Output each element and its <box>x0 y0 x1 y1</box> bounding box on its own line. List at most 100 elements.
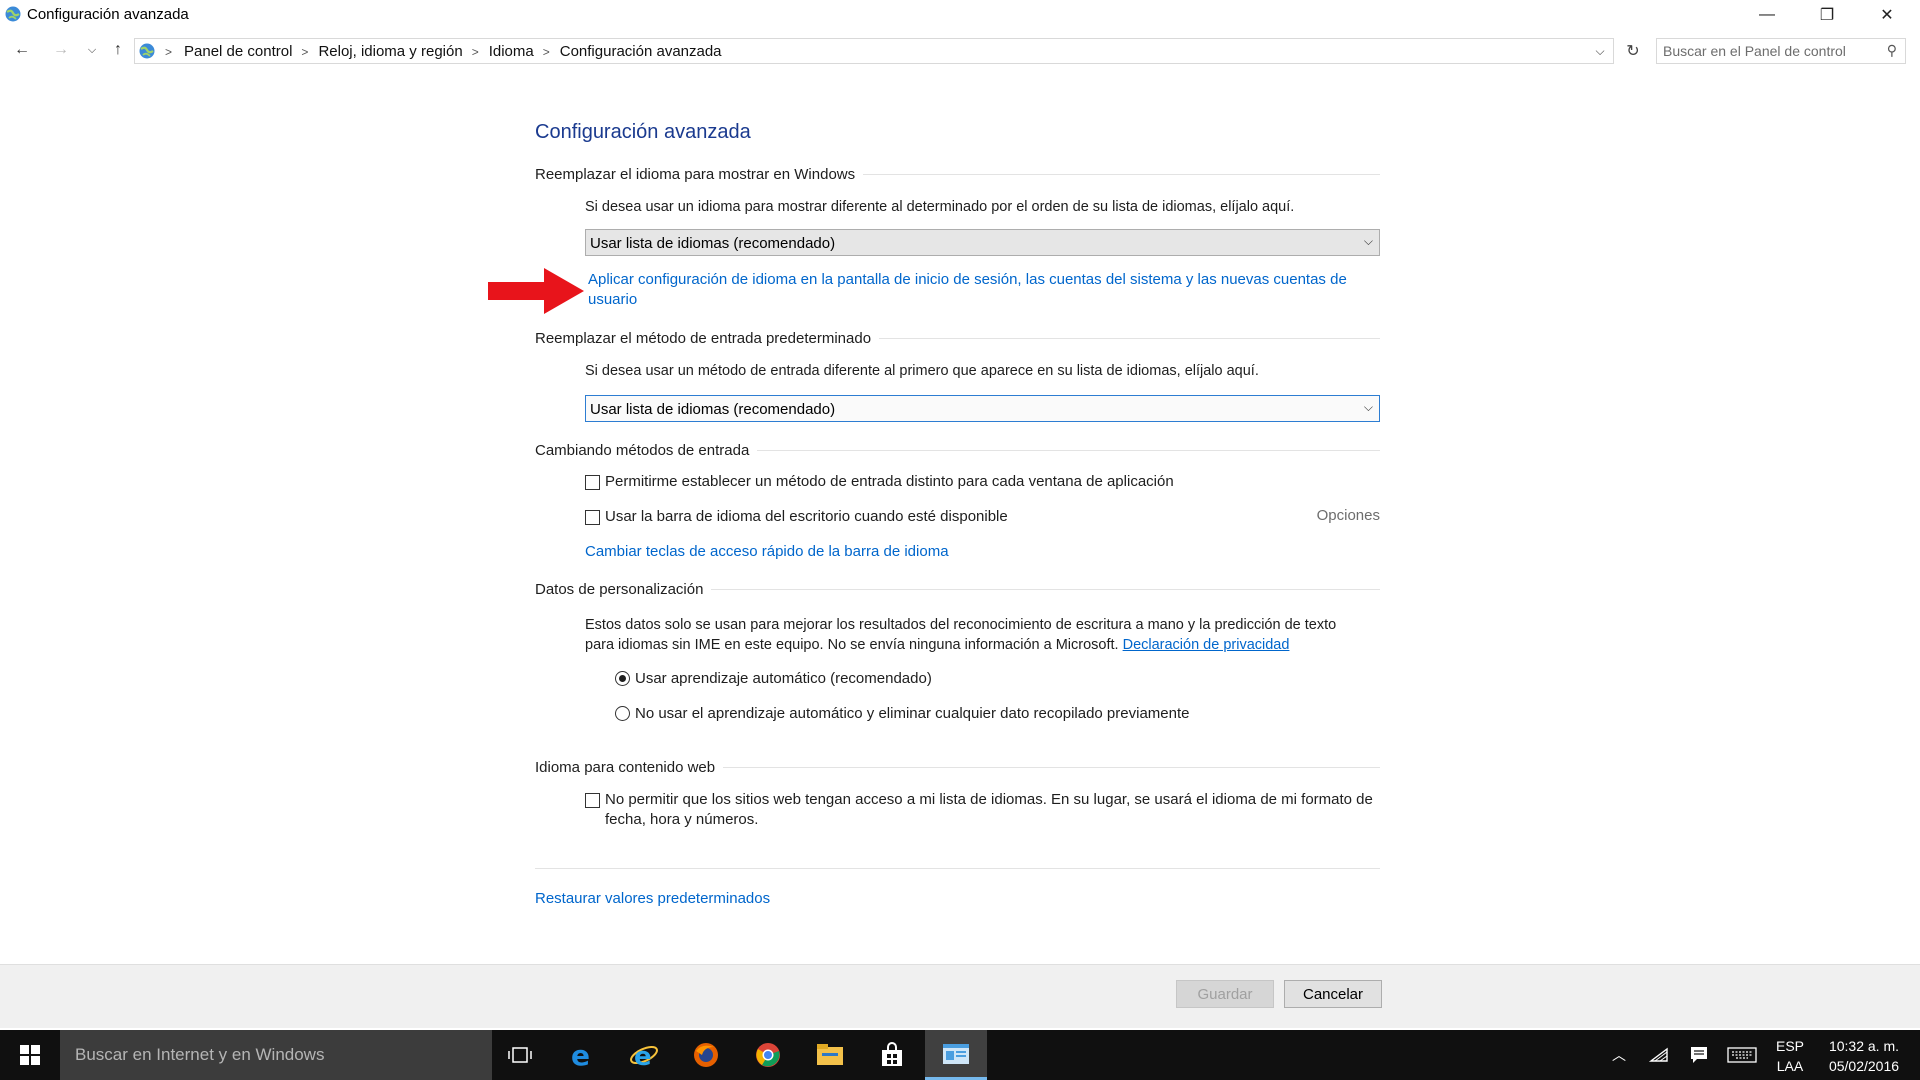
store-icon[interactable] <box>861 1030 923 1080</box>
breadcrumb: > Panel de control > Reloj, idioma y reg… <box>165 43 722 60</box>
up-arrow-icon[interactable]: ↑ <box>106 38 130 62</box>
checkbox-label[interactable]: No permitir que los sitios web tengan ac… <box>605 790 1375 830</box>
input-language-indicator[interactable]: ESP LAA <box>1772 1036 1808 1076</box>
display-language-dropdown[interactable]: Usar lista de idiomas (recomendado) ⌵ <box>585 229 1380 256</box>
personalization-data-section-heading: Datos de personalización <box>535 581 1380 598</box>
web-content-language-section-heading: Idioma para contenido web <box>535 759 1380 776</box>
control-panel-search[interactable]: ⚲ <box>1656 38 1906 64</box>
section-heading-text: Idioma para contenido web <box>535 759 716 776</box>
display-language-description: Si desea usar un idioma para mostrar dif… <box>585 199 1295 215</box>
clock-time[interactable]: 10:32 a. m. <box>1829 1038 1899 1054</box>
recent-locations-chevron-icon[interactable]: ⌵ <box>80 38 104 62</box>
windows-logo-icon <box>20 1045 40 1065</box>
privacy-statement-link[interactable]: Declaración de privacidad <box>1123 637 1290 653</box>
taskbar-search-placeholder[interactable]: Buscar en Internet y en Windows <box>75 1045 324 1065</box>
edge-browser-icon[interactable]: e <box>551 1030 613 1080</box>
clock-date[interactable]: 05/02/2016 <box>1829 1058 1899 1074</box>
navigation-bar: ← → ⌵ ↑ > Panel de control > Reloj, idio… <box>0 34 1920 68</box>
chevron-down-icon[interactable]: ⌵ <box>1364 234 1373 249</box>
wifi-icon[interactable] <box>1644 1030 1674 1080</box>
checkbox-label[interactable]: Permitirme establecer un método de entra… <box>605 472 1174 492</box>
clock[interactable]: 10:32 a. m. 05/02/2016 <box>1814 1036 1914 1076</box>
chrome-icon[interactable] <box>737 1030 799 1080</box>
section-divider <box>723 767 1380 768</box>
dropdown-value: Usar lista de idiomas (recomendado) <box>590 401 836 418</box>
touch-keyboard-icon[interactable] <box>1722 1030 1762 1080</box>
section-divider <box>711 589 1380 590</box>
apply-language-settings-link[interactable]: Aplicar configuración de idioma en la pa… <box>588 270 1348 310</box>
back-arrow-icon[interactable]: ← <box>10 38 34 62</box>
firefox-icon[interactable] <box>675 1030 737 1080</box>
control-panel-globe-icon <box>139 43 155 59</box>
breadcrumb-advanced-settings[interactable]: Configuración avanzada <box>560 43 722 60</box>
breadcrumb-separator-icon[interactable]: > <box>543 45 550 59</box>
keyboard-layout[interactable]: LAA <box>1777 1058 1803 1074</box>
per-app-input-method-checkbox-row[interactable]: Permitirme establecer un método de entra… <box>585 472 1174 492</box>
address-bar[interactable]: > Panel de control > Reloj, idioma y reg… <box>134 38 1614 64</box>
section-heading-text: Cambiando métodos de entrada <box>535 442 750 459</box>
internet-explorer-icon[interactable]: e <box>613 1030 675 1080</box>
breadcrumb-control-panel[interactable]: Panel de control <box>184 43 292 60</box>
restore-button[interactable]: ❐ <box>1798 0 1856 30</box>
search-icon[interactable]: ⚲ <box>1887 42 1897 59</box>
refresh-icon[interactable]: ↻ <box>1620 38 1646 64</box>
section-divider <box>863 174 1380 175</box>
taskbar: Buscar en Internet y en Windows e e ︿ ES… <box>0 1030 1920 1080</box>
show-hidden-icons-chevron-icon[interactable]: ︿ <box>1604 1030 1634 1080</box>
breadcrumb-separator-icon[interactable]: > <box>472 45 479 59</box>
control-panel-globe-icon <box>5 6 21 22</box>
red-annotation-arrow-icon <box>488 268 584 314</box>
section-heading-text: Reemplazar el idioma para mostrar en Win… <box>535 166 856 183</box>
input-method-description: Si desea usar un método de entrada difer… <box>585 363 1259 379</box>
control-panel-taskbar-icon[interactable] <box>925 1030 987 1080</box>
section-heading-text: Datos de personalización <box>535 581 704 598</box>
address-dropdown-chevron-icon[interactable]: ⌵ <box>1591 42 1609 60</box>
start-button[interactable] <box>0 1030 60 1080</box>
radio-label[interactable]: No usar el aprendizaje automático y elim… <box>635 705 1189 722</box>
per-app-input-method-checkbox[interactable] <box>585 475 600 490</box>
breadcrumb-language[interactable]: Idioma <box>489 43 534 60</box>
input-method-section-heading: Reemplazar el método de entrada predeter… <box>535 330 1380 347</box>
close-button[interactable]: ✕ <box>1858 0 1916 30</box>
svg-text:e: e <box>634 1042 652 1070</box>
input-language[interactable]: ESP <box>1776 1038 1804 1054</box>
auto-learning-radio-row[interactable]: Usar aprendizaje automático (recomendado… <box>615 670 932 687</box>
search-input[interactable] <box>1663 42 1873 60</box>
section-divider <box>879 338 1380 339</box>
language-bar-checkbox[interactable] <box>585 510 600 525</box>
minimize-button[interactable]: — <box>1738 0 1796 30</box>
save-button[interactable]: Guardar <box>1176 980 1274 1008</box>
action-center-icon[interactable] <box>1684 1030 1714 1080</box>
language-bar-options-link[interactable]: Opciones <box>1317 507 1380 524</box>
input-method-dropdown[interactable]: Usar lista de idiomas (recomendado) ⌵ <box>585 395 1380 422</box>
file-explorer-icon[interactable] <box>799 1030 861 1080</box>
dialog-action-bar: Guardar Cancelar <box>0 964 1920 1028</box>
checkbox-label[interactable]: Usar la barra de idioma del escritorio c… <box>605 507 1008 527</box>
restore-defaults-link[interactable]: Restaurar valores predeterminados <box>535 889 770 909</box>
breadcrumb-separator-icon[interactable]: > <box>165 45 172 59</box>
auto-learning-radio[interactable] <box>615 671 630 686</box>
breadcrumb-separator-icon[interactable]: > <box>301 45 308 59</box>
no-auto-learning-radio-row[interactable]: No usar el aprendizaje automático y elim… <box>615 705 1189 722</box>
personalization-description: Estos datos solo se usan para mejorar lo… <box>585 615 1380 655</box>
forward-arrow-icon[interactable]: → <box>49 38 73 62</box>
section-heading-text: Reemplazar el método de entrada predeter… <box>535 330 872 347</box>
no-auto-learning-radio[interactable] <box>615 706 630 721</box>
change-language-bar-hotkeys-link[interactable]: Cambiar teclas de acceso rápido de la ba… <box>585 542 949 562</box>
section-divider <box>757 450 1380 451</box>
page-title: Configuración avanzada <box>535 121 751 143</box>
radio-label[interactable]: Usar aprendizaje automático (recomendado… <box>635 670 932 687</box>
taskbar-search-box[interactable]: Buscar en Internet y en Windows <box>60 1030 492 1080</box>
cancel-button[interactable]: Cancelar <box>1284 980 1382 1008</box>
display-language-section-heading: Reemplazar el idioma para mostrar en Win… <box>535 166 1380 183</box>
breadcrumb-clock-language-region[interactable]: Reloj, idioma y región <box>318 43 462 60</box>
web-language-privacy-checkbox[interactable] <box>585 793 600 808</box>
description-line: Estos datos solo se usan para mejorar lo… <box>585 617 1337 633</box>
window-title: Configuración avanzada <box>27 6 189 23</box>
chevron-down-icon[interactable]: ⌵ <box>1364 400 1373 415</box>
web-language-privacy-checkbox-row[interactable]: No permitir que los sitios web tengan ac… <box>585 790 1375 830</box>
task-view-icon[interactable] <box>489 1030 551 1080</box>
title-bar: Configuración avanzada — ❐ ✕ <box>0 0 1920 30</box>
section-divider <box>535 868 1380 869</box>
language-bar-checkbox-row[interactable]: Usar la barra de idioma del escritorio c… <box>585 507 1008 527</box>
